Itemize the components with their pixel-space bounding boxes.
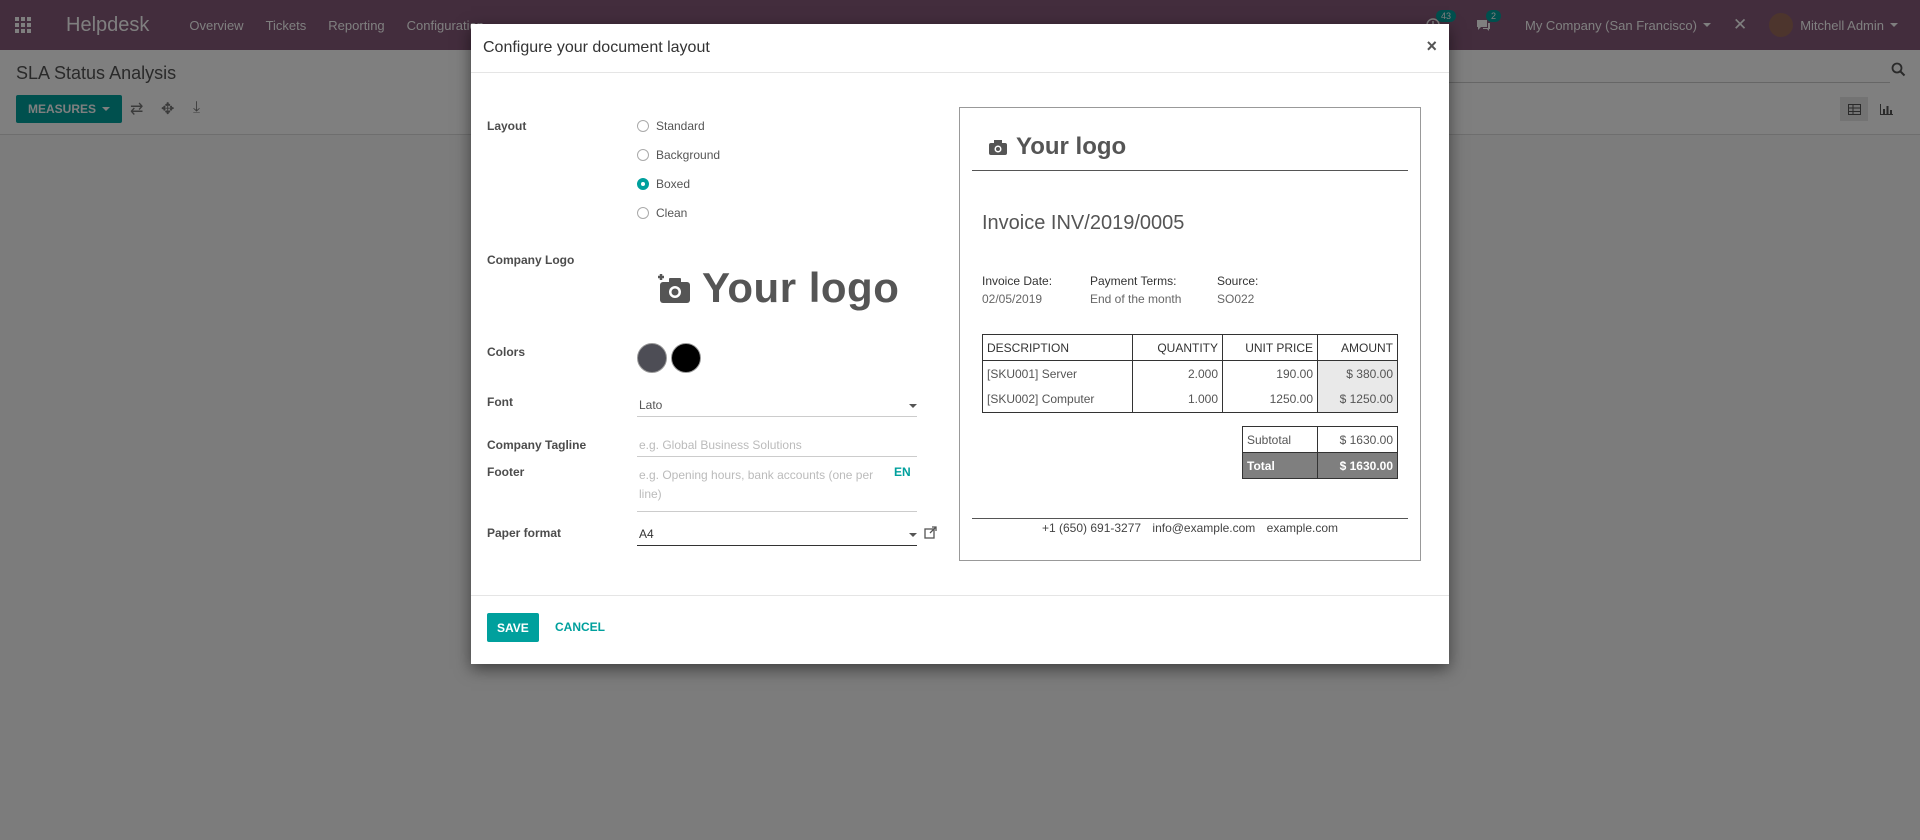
modal-footer: SAVE CANCEL bbox=[471, 595, 1449, 664]
radio-boxed[interactable] bbox=[637, 178, 649, 190]
layout-option-clean[interactable]: Clean bbox=[637, 206, 687, 220]
paper-format-value: A4 bbox=[639, 527, 654, 541]
logo-placeholder-text: Your logo bbox=[702, 264, 900, 311]
primary-color-swatch[interactable] bbox=[637, 343, 667, 373]
total-label: Total bbox=[1242, 452, 1318, 479]
table-header-row: DESCRIPTION QUANTITY UNIT PRICE AMOUNT bbox=[982, 334, 1398, 361]
total-value: $ 1630.00 bbox=[1317, 452, 1398, 479]
table-row: [SKU001] Server 2.000 190.00 $ 380.00 bbox=[982, 360, 1398, 387]
total-row: Total $ 1630.00 bbox=[1242, 452, 1398, 479]
font-value: Lato bbox=[639, 398, 663, 412]
external-link-icon[interactable] bbox=[924, 526, 937, 542]
paper-format-select[interactable]: A4 bbox=[637, 527, 917, 546]
tagline-label: Company Tagline bbox=[487, 438, 587, 452]
camera-icon bbox=[989, 140, 1007, 155]
camera-plus-icon bbox=[658, 274, 690, 303]
invoice-preview: Your logo Invoice INV/2019/0005 Invoice … bbox=[959, 107, 1421, 561]
document-layout-dialog: Configure your document layout × Layout … bbox=[471, 24, 1449, 664]
close-icon[interactable]: × bbox=[1426, 36, 1437, 57]
secondary-color-swatch[interactable] bbox=[671, 343, 701, 373]
layout-option-label: Background bbox=[656, 148, 721, 162]
cancel-button[interactable]: CANCEL bbox=[555, 620, 605, 634]
footer-placeholder-line2: line) bbox=[639, 487, 662, 501]
column-header: DESCRIPTION bbox=[982, 334, 1133, 361]
line-amount: $ 380.00 bbox=[1317, 360, 1398, 387]
footer-textarea[interactable]: e.g. Opening hours, bank accounts (one p… bbox=[637, 466, 917, 512]
column-header: UNIT PRICE bbox=[1222, 334, 1318, 361]
payment-terms: Payment Terms: End of the month bbox=[1090, 274, 1181, 306]
preview-logo-text: Your logo bbox=[1016, 133, 1127, 160]
invoice-date: Invoice Date: 02/05/2019 bbox=[982, 274, 1052, 306]
footer-label: Footer bbox=[487, 465, 525, 479]
line-unit-price: 1250.00 bbox=[1222, 386, 1318, 413]
company-logo-label: Company Logo bbox=[487, 253, 575, 267]
paper-format-label: Paper format bbox=[487, 526, 562, 540]
line-quantity: 2.000 bbox=[1132, 360, 1223, 387]
invoice-source: Source: SO022 bbox=[1217, 274, 1258, 306]
meta-value: 02/05/2019 bbox=[982, 292, 1043, 306]
modal-title: Configure your document layout bbox=[483, 39, 710, 56]
chevron-down-icon bbox=[909, 533, 917, 537]
line-amount: $ 1250.00 bbox=[1317, 386, 1398, 413]
subtotal-row: Subtotal $ 1630.00 bbox=[1242, 426, 1398, 453]
radio-clean[interactable] bbox=[637, 207, 649, 219]
line-description: [SKU002] Computer bbox=[982, 386, 1133, 413]
footer-divider bbox=[972, 518, 1408, 519]
layout-option-label: Clean bbox=[656, 206, 688, 220]
column-header: QUANTITY bbox=[1132, 334, 1223, 361]
meta-label: Payment Terms: bbox=[1090, 274, 1177, 288]
invoice-lines-table: DESCRIPTION QUANTITY UNIT PRICE AMOUNT [… bbox=[982, 334, 1398, 413]
translate-button[interactable]: EN bbox=[894, 465, 911, 479]
meta-value: SO022 bbox=[1217, 292, 1255, 306]
tagline-placeholder: e.g. Global Business Solutions bbox=[639, 438, 802, 452]
font-select[interactable]: Lato bbox=[637, 398, 917, 417]
header-divider bbox=[972, 170, 1408, 171]
save-button[interactable]: SAVE bbox=[487, 613, 539, 642]
meta-label: Source: bbox=[1217, 274, 1259, 288]
modal-header: Configure your document layout × bbox=[471, 24, 1449, 73]
layout-option-label: Boxed bbox=[656, 177, 691, 191]
layout-label: Layout bbox=[487, 119, 527, 133]
footer-website: example.com bbox=[1266, 521, 1339, 535]
table-row: [SKU002] Computer 1.000 1250.00 $ 1250.0… bbox=[982, 386, 1398, 413]
radio-standard[interactable] bbox=[637, 120, 649, 132]
subtotal-label: Subtotal bbox=[1242, 426, 1318, 453]
invoice-title: Invoice INV/2019/0005 bbox=[982, 212, 1185, 234]
footer-phone: +1 (650) 691-3277 bbox=[1041, 521, 1142, 535]
radio-background[interactable] bbox=[637, 149, 649, 161]
footer-email: info@example.com bbox=[1152, 521, 1256, 535]
line-unit-price: 190.00 bbox=[1222, 360, 1318, 387]
invoice-totals-table: Subtotal $ 1630.00 Total $ 1630.00 bbox=[1242, 426, 1398, 479]
layout-option-standard[interactable]: Standard bbox=[637, 119, 705, 133]
preview-logo: Your logo bbox=[988, 133, 1126, 161]
layout-option-background[interactable]: Background bbox=[637, 148, 720, 162]
subtotal-value: $ 1630.00 bbox=[1317, 426, 1398, 453]
meta-value: End of the month bbox=[1090, 292, 1182, 306]
tagline-input[interactable]: e.g. Global Business Solutions bbox=[637, 438, 917, 457]
line-description: [SKU001] Server bbox=[982, 360, 1133, 387]
layout-option-boxed[interactable]: Boxed bbox=[637, 177, 690, 191]
company-logo-upload[interactable]: Your logo bbox=[656, 264, 899, 312]
layout-option-label: Standard bbox=[656, 119, 705, 133]
font-label: Font bbox=[487, 395, 513, 409]
colors-label: Colors bbox=[487, 345, 526, 359]
preview-footer: +1 (650) 691-3277 info@example.com examp… bbox=[960, 521, 1420, 535]
column-header: AMOUNT bbox=[1317, 334, 1398, 361]
line-quantity: 1.000 bbox=[1132, 386, 1223, 413]
footer-placeholder-line1: e.g. Opening hours, bank accounts (one p… bbox=[639, 468, 874, 482]
chevron-down-icon bbox=[909, 404, 917, 408]
meta-label: Invoice Date: bbox=[982, 274, 1053, 288]
